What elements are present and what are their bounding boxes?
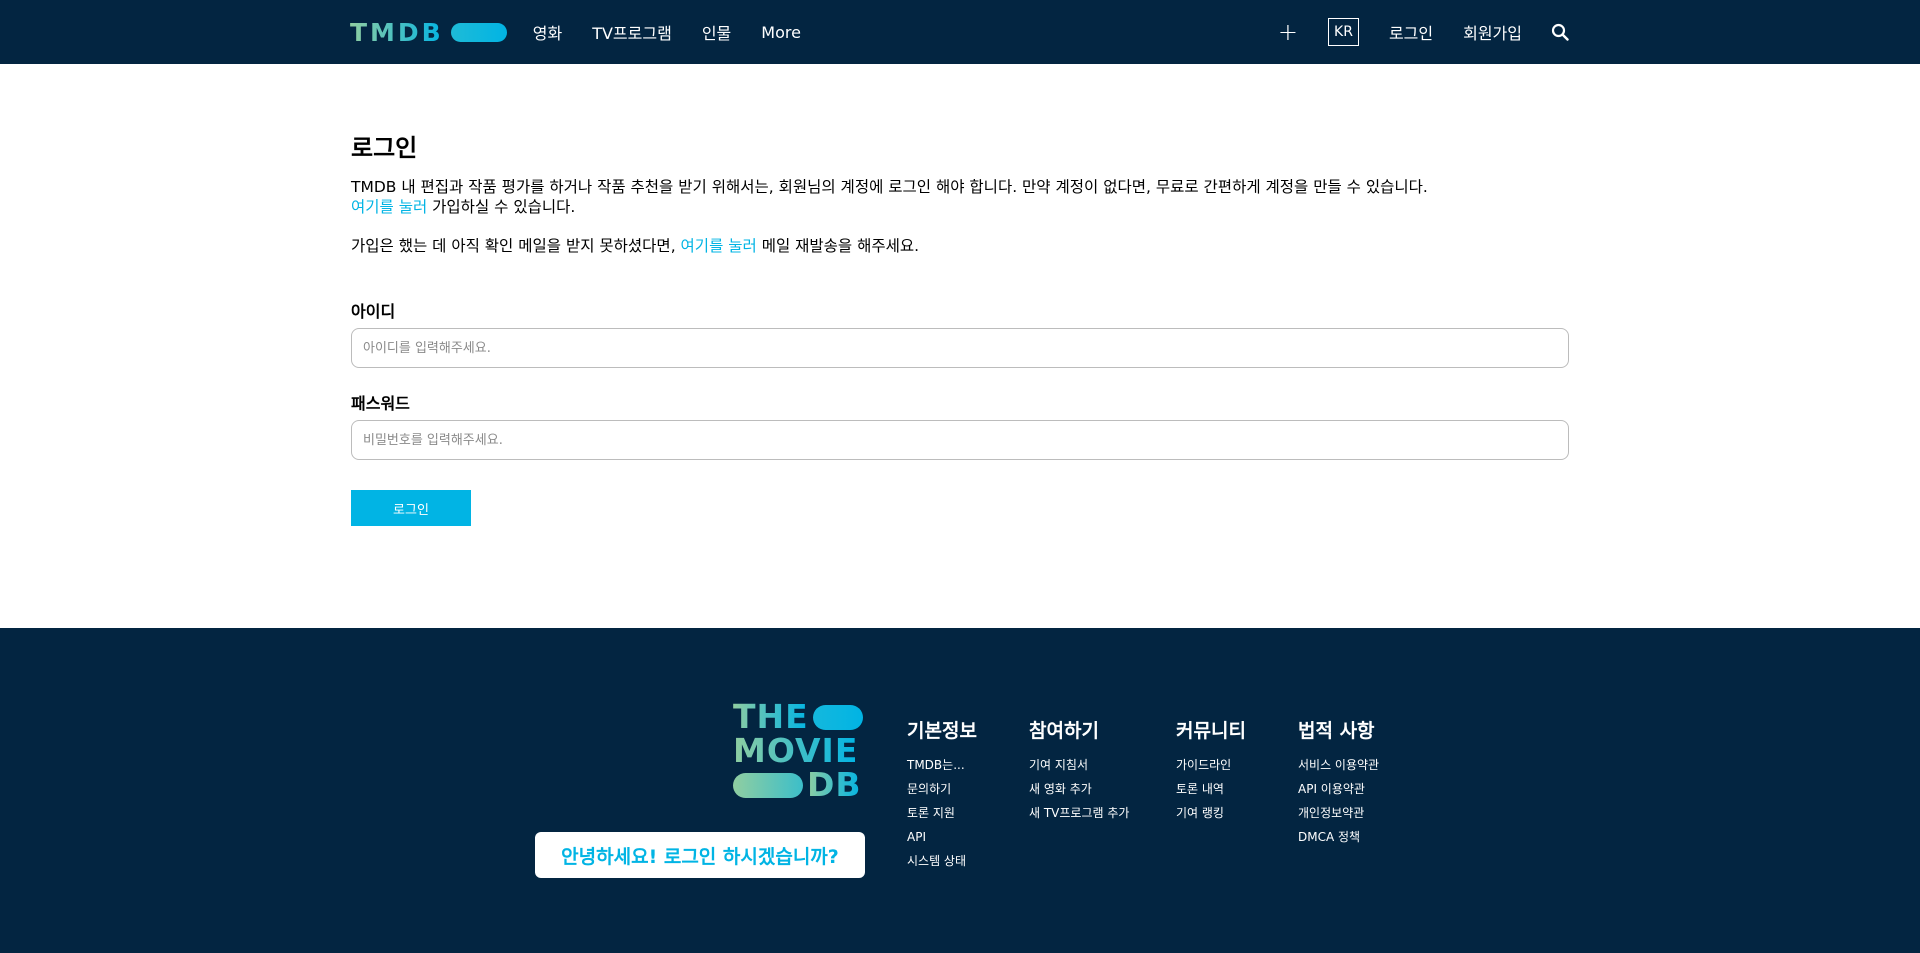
footer: THE MOVIE DB 안녕하세요! 로그인 하시겠습니까? 기본정보 TMD… [0, 628, 1920, 953]
footer-link-contact[interactable]: 문의하기 [907, 777, 977, 801]
nav-right: + KR 로그인 회원가입 [1278, 18, 1570, 46]
footer-link-api[interactable]: API [907, 825, 977, 849]
username-input[interactable] [351, 328, 1569, 368]
footer-link-support-forums[interactable]: 토론 지원 [907, 801, 977, 825]
tmdb-logo-pill [450, 22, 507, 42]
username-label: 아이디 [351, 302, 396, 321]
nav-people[interactable]: 인물 [702, 20, 731, 44]
plus-icon[interactable]: + [1278, 20, 1298, 44]
footer-column-community: 커뮤니티 가이드라인 토론 내역 기여 랭킹 [1176, 716, 1246, 825]
footer-link-add-tv-show[interactable]: 새 TV프로그램 추가 [1029, 801, 1129, 825]
footer-logo-row-3: DB [733, 768, 865, 802]
footer-column-get-involved: 참여하기 기여 지침서 새 영화 추가 새 TV프로그램 추가 [1029, 716, 1129, 825]
footer-logo-row-2: MOVIE [733, 734, 865, 768]
nav-signup[interactable]: 회원가입 [1463, 20, 1522, 44]
footer-logo-pill-right [812, 704, 863, 730]
password-input[interactable] [351, 420, 1569, 460]
footer-link-terms-of-use[interactable]: 서비스 이용약관 [1298, 753, 1379, 777]
resend-description-text: 가입은 했는 데 아직 확인 메일을 받지 못하셨다면, [351, 237, 681, 255]
footer-link-api-terms[interactable]: API 이용약관 [1298, 777, 1379, 801]
login-button[interactable]: 로그인 [351, 490, 471, 526]
password-label: 패스워드 [351, 394, 410, 413]
footer-link-privacy-policy[interactable]: 개인정보약관 [1298, 801, 1379, 825]
footer-link-dmca-policy[interactable]: DMCA 정책 [1298, 825, 1379, 849]
nav-more[interactable]: More [761, 23, 801, 42]
search-icon-svg [1551, 23, 1569, 41]
navbar-inner: TMDB 영화 TV프로그램 인물 More + KR 로그인 회원가입 [350, 0, 1570, 64]
footer-logo-line-1: THE [733, 697, 809, 736]
nav-tv-shows[interactable]: TV프로그램 [592, 20, 672, 44]
resend-description: 가입은 했는 데 아직 확인 메일을 받지 못하셨다면, 여기를 눌러 메일 재… [351, 236, 1569, 256]
footer-column-title: 법적 사항 [1298, 720, 1375, 742]
footer-logo[interactable]: THE MOVIE DB [733, 700, 865, 802]
tmdb-logo-text[interactable]: TMDB [350, 18, 444, 47]
nav-left: TMDB 영화 TV프로그램 인물 More [350, 18, 831, 47]
resend-email-link[interactable]: 여기를 눌러 [681, 237, 757, 255]
login-description-text: TMDB 내 편집과 작품 평가를 하거나 작품 추천을 받기 위해서는, 회원… [351, 178, 1428, 196]
language-selector[interactable]: KR [1328, 18, 1359, 46]
nav-login[interactable]: 로그인 [1389, 20, 1433, 44]
signup-link-tail: 가입하실 수 있습니다. [427, 198, 576, 216]
footer-column-legal: 법적 사항 서비스 이용약관 API 이용약관 개인정보약관 DMCA 정책 [1298, 716, 1379, 849]
footer-link-leaderboard[interactable]: 기여 랭킹 [1176, 801, 1246, 825]
nav-movies[interactable]: 영화 [533, 20, 562, 44]
footer-link-add-movie[interactable]: 새 영화 추가 [1029, 777, 1129, 801]
search-icon[interactable] [1550, 22, 1570, 42]
footer-link-contribution-bible[interactable]: 기여 지침서 [1029, 753, 1129, 777]
login-section: 로그인 TMDB 내 편집과 작품 평가를 하거나 작품 추천을 받기 위해서는… [351, 128, 1569, 526]
footer-column-title: 참여하기 [1029, 720, 1099, 742]
greeting-button[interactable]: 안녕하세요! 로그인 하시겠습니까? [535, 832, 865, 878]
footer-logo-row-1: THE [733, 700, 865, 734]
footer-logo-line-2: MOVIE [733, 731, 859, 770]
footer-link-system-status[interactable]: 시스템 상태 [907, 849, 977, 873]
top-navbar: TMDB 영화 TV프로그램 인물 More + KR 로그인 회원가입 [0, 0, 1920, 64]
resend-link-tail: 메일 재발송을 해주세요. [756, 237, 920, 255]
footer-link-discussions[interactable]: 토론 내역 [1176, 777, 1246, 801]
footer-column-title: 기본정보 [907, 720, 977, 742]
tmdb-logo[interactable]: TMDB [350, 18, 507, 47]
footer-link-about[interactable]: TMDB는... [907, 753, 977, 777]
footer-logo-line-3: DB [807, 765, 862, 804]
footer-link-guidelines[interactable]: 가이드라인 [1176, 753, 1246, 777]
signup-link[interactable]: 여기를 눌러 [351, 198, 427, 216]
login-description: TMDB 내 편집과 작품 평가를 하거나 작품 추천을 받기 위해서는, 회원… [351, 177, 1569, 217]
footer-logo-pill-left [733, 772, 803, 798]
footer-column-basics: 기본정보 TMDB는... 문의하기 토론 지원 API 시스템 상태 [907, 716, 977, 873]
page-title: 로그인 [351, 134, 418, 162]
footer-column-title: 커뮤니티 [1176, 720, 1246, 742]
